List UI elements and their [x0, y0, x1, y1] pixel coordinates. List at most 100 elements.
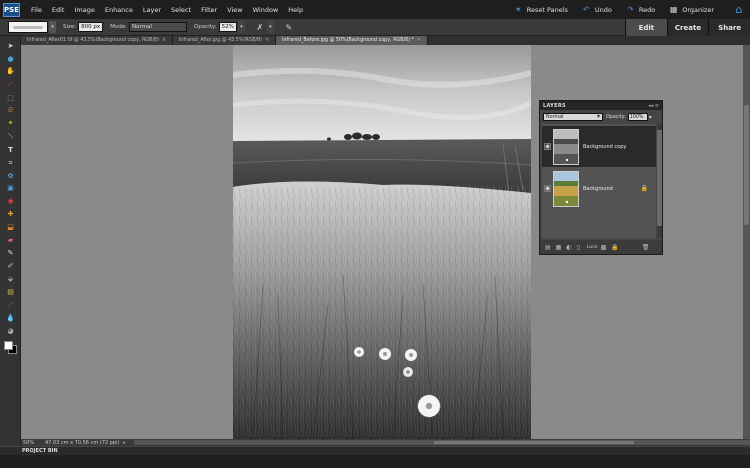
menu-enhance[interactable]: Enhance — [100, 6, 138, 14]
brush-picker-arrow-icon[interactable]: ▾ — [49, 21, 56, 33]
reset-panels-button[interactable]: ✶ Reset Panels — [514, 5, 568, 14]
bottom-strip — [0, 455, 750, 468]
redo-button[interactable]: ↷ Redo — [626, 5, 655, 14]
blend-mode-select[interactable]: Normal — [543, 113, 603, 121]
panel-menu-icon[interactable]: ◂◂ ≡ — [648, 103, 659, 109]
type-tool-icon[interactable]: T — [5, 146, 16, 155]
doc-tab-active[interactable]: Infrared_Before.jpg @ 50%(Background cop… — [276, 36, 428, 45]
menu-layer[interactable]: Layer — [138, 6, 166, 14]
app-logo[interactable]: PSE — [3, 2, 20, 17]
undo-label: Undo — [594, 5, 612, 14]
size-input[interactable]: 800 px — [78, 22, 104, 32]
paint-bucket-tool-icon[interactable]: ⬙ — [5, 275, 16, 284]
horizontal-scrollbar[interactable] — [133, 440, 750, 445]
organizer-button[interactable]: ▦ Organizer — [669, 5, 714, 14]
layer-opacity-input[interactable]: 100% — [627, 113, 648, 121]
menu-window[interactable]: Window — [248, 6, 284, 14]
clone-stamp-tool-icon[interactable]: ⬓ — [5, 223, 16, 232]
shape-tool-icon[interactable]: ⟋ — [5, 301, 16, 310]
size-label: Size: — [63, 24, 77, 30]
blur-tool-icon[interactable]: 💧 — [5, 314, 16, 323]
menu-file[interactable]: File — [26, 6, 47, 14]
tab-share[interactable]: Share — [708, 19, 750, 36]
menu-view[interactable]: View — [222, 6, 247, 14]
visibility-eye-icon[interactable]: ◉ — [544, 143, 551, 150]
close-icon[interactable]: × — [162, 38, 166, 43]
opacity-input[interactable]: 52% — [218, 22, 237, 32]
brush-tool-icon[interactable]: ✎ — [5, 249, 16, 258]
doc-tab[interactable]: Infrared_After.jpg @ 43.5%(RGB/8) × — [172, 36, 277, 45]
lock-all-icon[interactable]: 🔒 — [611, 244, 618, 251]
organizer-icon: ▦ — [669, 5, 678, 14]
straighten-tool-icon[interactable]: ▣ — [5, 184, 16, 193]
brush-preview[interactable] — [8, 21, 48, 33]
visibility-eye-icon[interactable]: ◉ — [544, 185, 551, 192]
layers-panel-titlebar[interactable]: LAYERS ◂◂ ≡ — [540, 101, 662, 110]
layers-scrollbar-thumb[interactable] — [657, 130, 662, 226]
selection-brush-tool-icon[interactable]: ⟍ — [5, 132, 16, 141]
layer-opacity-label: Opacity: — [606, 114, 626, 120]
airbrush-icon[interactable]: ✗ — [254, 21, 266, 33]
vertical-scrollbar-thumb[interactable] — [744, 105, 749, 225]
delete-layer-icon[interactable]: 🗑 — [642, 244, 650, 251]
layers-scrollbar[interactable] — [657, 124, 662, 238]
horizontal-scrollbar-thumb[interactable] — [433, 441, 634, 444]
layer-row[interactable]: ◉ Background copy — [542, 126, 656, 167]
sponge-tool-icon[interactable]: ◕ — [5, 327, 16, 336]
red-eye-tool-icon[interactable]: ◉ — [5, 197, 16, 206]
hand-tool-icon[interactable]: ✋ — [5, 67, 16, 76]
menu-select[interactable]: Select — [166, 6, 196, 14]
foreground-color-swatch[interactable] — [4, 341, 13, 350]
lock-label: Lock: — [586, 244, 599, 250]
layer-name: Background copy — [583, 143, 627, 150]
opacity-label: Opacity: — [194, 24, 217, 30]
tab-edit[interactable]: Edit — [625, 19, 667, 36]
adjustment-layer-icon[interactable]: ◐ — [566, 244, 571, 251]
close-icon[interactable]: × — [417, 38, 421, 43]
move-tool-icon[interactable]: ➤ — [5, 42, 16, 51]
layer-mask-icon[interactable]: ▯ — [577, 244, 580, 251]
doc-tab-label: Infrared_After.jpg @ 43.5%(RGB/8) — [178, 38, 263, 43]
zoom-tool-icon[interactable]: ● — [5, 55, 16, 64]
menu-edit[interactable]: Edit — [47, 6, 70, 14]
layer-opacity-arrow-icon[interactable]: ▾ — [649, 114, 652, 121]
tool-options-bar: ▾ Size: 800 px Mode: Normal Opacity: 52%… — [0, 19, 625, 36]
new-group-icon[interactable]: ▦ — [556, 244, 562, 251]
tab-create[interactable]: Create — [666, 19, 709, 36]
crop-tool-icon[interactable]: ⌗ — [5, 159, 16, 168]
menu-image[interactable]: Image — [69, 6, 99, 14]
status-menu-icon[interactable]: ▸ — [123, 440, 126, 446]
new-layer-icon[interactable]: ▤ — [545, 244, 551, 251]
eyedropper-tool-icon[interactable]: ⟋ — [5, 80, 16, 89]
reset-panels-label: Reset Panels — [526, 5, 568, 14]
doc-tab-label: Infrared_Before.jpg @ 50%(Background cop… — [282, 38, 414, 43]
eraser-tool-icon[interactable]: ▰ — [5, 236, 16, 245]
menu-filter[interactable]: Filter — [196, 6, 222, 14]
cookie-cutter-tool-icon[interactable]: ✿ — [5, 172, 16, 181]
mode-select[interactable]: Normal — [129, 22, 187, 32]
home-icon[interactable]: ⌂ — [732, 3, 746, 17]
healing-brush-tool-icon[interactable]: ✚ — [5, 210, 16, 219]
lasso-tool-icon[interactable]: ᘐ — [5, 106, 16, 115]
vertical-scrollbar[interactable] — [743, 45, 750, 439]
gradient-tool-icon[interactable]: ▤ — [5, 288, 16, 297]
undo-button[interactable]: ↶ Undo — [582, 5, 612, 14]
lock-transparent-icon[interactable]: ▩ — [601, 244, 607, 251]
airbrush-arrow-icon[interactable]: ▾ — [266, 21, 274, 33]
menu-list: File Edit Image Enhance Layer Select Fil… — [26, 6, 308, 14]
zoom-level[interactable]: 50% — [21, 440, 41, 446]
marquee-tool-icon[interactable]: ⬚ — [5, 94, 16, 103]
opacity-arrow-icon[interactable]: ▾ — [237, 21, 245, 33]
doc-tab[interactable]: Infrared_After01.tif @ 43.5%(Background … — [21, 36, 173, 45]
menu-help[interactable]: Help — [283, 6, 308, 14]
layers-panel-title: LAYERS — [543, 102, 566, 109]
document-image[interactable] — [233, 45, 531, 439]
reset-panels-icon: ✶ — [514, 5, 522, 14]
project-bin-bar[interactable]: PROJECT BIN — [0, 446, 750, 455]
magic-wand-tool-icon[interactable]: ✦ — [5, 119, 16, 128]
layer-name: Background — [583, 185, 613, 192]
layer-row[interactable]: ◉ Background 🔒 — [542, 168, 656, 209]
brush-settings-icon[interactable]: ✎ — [283, 21, 295, 33]
close-icon[interactable]: × — [265, 38, 269, 43]
smart-brush-tool-icon[interactable]: ✐ — [5, 262, 16, 271]
